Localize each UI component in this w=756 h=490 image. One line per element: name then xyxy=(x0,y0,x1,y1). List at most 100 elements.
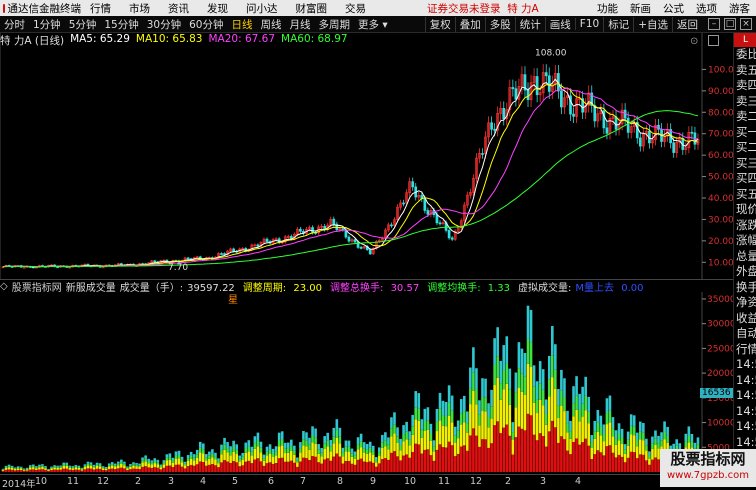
side-item-21[interactable]: 14:5 xyxy=(734,373,756,389)
period-monthly[interactable]: 月线 xyxy=(286,17,315,32)
side-item-23[interactable]: 14:5 xyxy=(734,404,756,420)
volume-bar-green xyxy=(541,389,545,406)
volume-bar-cyan xyxy=(198,441,202,448)
volume-bar-yellow xyxy=(123,465,126,469)
volume-bar-yellow xyxy=(520,391,524,429)
side-item-12[interactable]: 涨幅 xyxy=(734,233,756,249)
side-item-15[interactable]: 换手 xyxy=(734,280,756,296)
side-item-2[interactable]: 卖四 xyxy=(734,78,756,94)
price-tick-label: 20.00 xyxy=(708,237,733,247)
user-guest[interactable]: 游客 xyxy=(723,1,756,16)
tool-fuquan[interactable]: 复权 xyxy=(424,16,455,32)
tool-zixuan[interactable]: +自选 xyxy=(633,16,672,32)
volume-bar-red xyxy=(381,459,384,472)
period-multi[interactable]: 多周期 xyxy=(315,17,355,32)
minimize-icon[interactable]: – xyxy=(708,18,720,30)
close-icon[interactable]: × xyxy=(740,18,752,30)
volume-bar-green xyxy=(648,455,651,459)
tool-tongji[interactable]: 统计 xyxy=(514,16,545,32)
menu-faxian[interactable]: 发现 xyxy=(198,1,237,16)
maximize-icon[interactable]: □ xyxy=(724,18,736,30)
period-15min[interactable]: 15分钟 xyxy=(100,17,142,32)
volume-bar-green xyxy=(1,469,5,470)
menu-shichang[interactable]: 市场 xyxy=(120,1,159,16)
volume-bar-red xyxy=(4,469,8,472)
side-item-10[interactable]: 现价 xyxy=(734,202,756,218)
tool-diejia[interactable]: 叠加 xyxy=(454,16,485,32)
menu-gongshi[interactable]: 公式 xyxy=(657,1,690,16)
period-1min[interactable]: 1分钟 xyxy=(29,17,65,32)
period-more[interactable]: 更多 ▾ xyxy=(354,17,392,32)
menu-xinhua[interactable]: 新画 xyxy=(624,1,657,16)
price-chart[interactable]: 100.0 90.00 80.00 70.00 60.00 50.00 40.00 30.00… xyxy=(0,33,733,279)
side-item-7[interactable]: 买三 xyxy=(734,156,756,172)
period-5min[interactable]: 5分钟 xyxy=(65,17,101,32)
tool-f10[interactable]: F10 xyxy=(574,18,603,30)
side-item-1[interactable]: 卖五 xyxy=(734,63,756,79)
side-item-22[interactable]: 14:5 xyxy=(734,388,756,404)
side-item-24[interactable]: 14:5 xyxy=(734,419,756,435)
volume-bar-red xyxy=(444,447,448,472)
volume-bar-cyan xyxy=(654,430,657,439)
candle-body xyxy=(490,122,493,130)
volume-bar-red xyxy=(144,466,147,472)
side-item-20[interactable]: 14:5 xyxy=(734,357,756,373)
volume-bar-red xyxy=(110,468,114,472)
volume-bar-green xyxy=(241,456,245,460)
side-item-17[interactable]: 收益 xyxy=(734,311,756,327)
volume-bar-yellow xyxy=(101,468,105,470)
volume-bar-yellow xyxy=(223,449,226,461)
volume-bar-green xyxy=(335,429,339,438)
side-item-9[interactable]: 买五 xyxy=(734,187,756,203)
volume-bar-yellow xyxy=(208,458,211,465)
chart-expand-icon[interactable] xyxy=(708,35,719,46)
side-item-8[interactable]: 买四 xyxy=(734,171,756,187)
login-status[interactable]: 证券交易未登录 特 力A xyxy=(427,1,539,16)
volume-bar-yellow xyxy=(41,466,44,470)
tool-huaxian[interactable]: 画线 xyxy=(544,16,575,32)
period-daily[interactable]: 日线 xyxy=(228,17,257,32)
menu-hangqing[interactable]: 行情 xyxy=(81,1,120,16)
volume-bar-cyan xyxy=(675,439,679,446)
period-weekly[interactable]: 周线 xyxy=(257,17,286,32)
side-item-5[interactable]: 买一 xyxy=(734,125,756,141)
side-item-14[interactable]: 外盘 xyxy=(734,264,756,280)
volume-bar-cyan xyxy=(535,381,539,400)
volume-bar-green xyxy=(611,428,615,437)
tool-fanhui[interactable]: 返回 xyxy=(672,16,702,32)
side-item-4[interactable]: 卖二 xyxy=(734,109,756,125)
volume-bar-yellow xyxy=(371,455,375,463)
menu-wenxiaoda[interactable]: 问小达 xyxy=(237,1,287,16)
volume-bar-yellow xyxy=(590,447,594,460)
period-30min[interactable]: 30分钟 xyxy=(143,17,185,32)
side-item-25[interactable]: 14:5 xyxy=(734,435,756,451)
menu-zixun[interactable]: 资讯 xyxy=(159,1,198,16)
side-item-3[interactable]: 卖三 xyxy=(734,94,756,110)
period-60min[interactable]: 60分钟 xyxy=(185,17,227,32)
volume-bar-cyan xyxy=(159,464,163,467)
menu-caifuquan[interactable]: 财富圈 xyxy=(287,1,337,16)
quote-side-panel: L 委比 卖五 卖四 卖三 卖二 买一 买二 买三 买四 买五 现价 涨跌 涨幅 总量 外盘 换手 净资 收益 自动… xyxy=(733,33,756,487)
menu-jiaoyi[interactable]: 交易 xyxy=(336,1,375,16)
volume-bar-yellow xyxy=(490,418,493,444)
period-fenshi[interactable]: 分时 xyxy=(0,17,29,32)
side-item-0[interactable]: 委比 xyxy=(734,47,756,63)
side-item-19[interactable]: 行情 xyxy=(734,342,756,358)
side-item-6[interactable]: 买二 xyxy=(734,140,756,156)
volume-bar-cyan xyxy=(123,461,126,464)
x-tick-label: 2014年 xyxy=(2,479,36,490)
side-item-18[interactable]: 自动 xyxy=(734,326,756,342)
tool-biaoji[interactable]: 标记 xyxy=(603,16,633,32)
side-item-11[interactable]: 涨跌 xyxy=(734,218,756,234)
volume-bar-cyan xyxy=(426,407,430,421)
side-item-13[interactable]: 总量 xyxy=(734,249,756,265)
tool-duogu[interactable]: 多股 xyxy=(484,16,515,32)
volume-bar-red xyxy=(62,468,65,472)
volume-chart[interactable]: 3500030000250002000015000100005000 xyxy=(0,292,733,474)
menu-gongneng[interactable]: 功能 xyxy=(591,1,624,16)
menu-xuanxiang[interactable]: 选项 xyxy=(690,1,723,16)
volume-bar-yellow xyxy=(296,462,299,467)
volume-bar-red xyxy=(426,449,430,472)
chart-settings-icon[interactable]: ⊙ xyxy=(690,36,698,47)
side-item-16[interactable]: 净资 xyxy=(734,295,756,311)
